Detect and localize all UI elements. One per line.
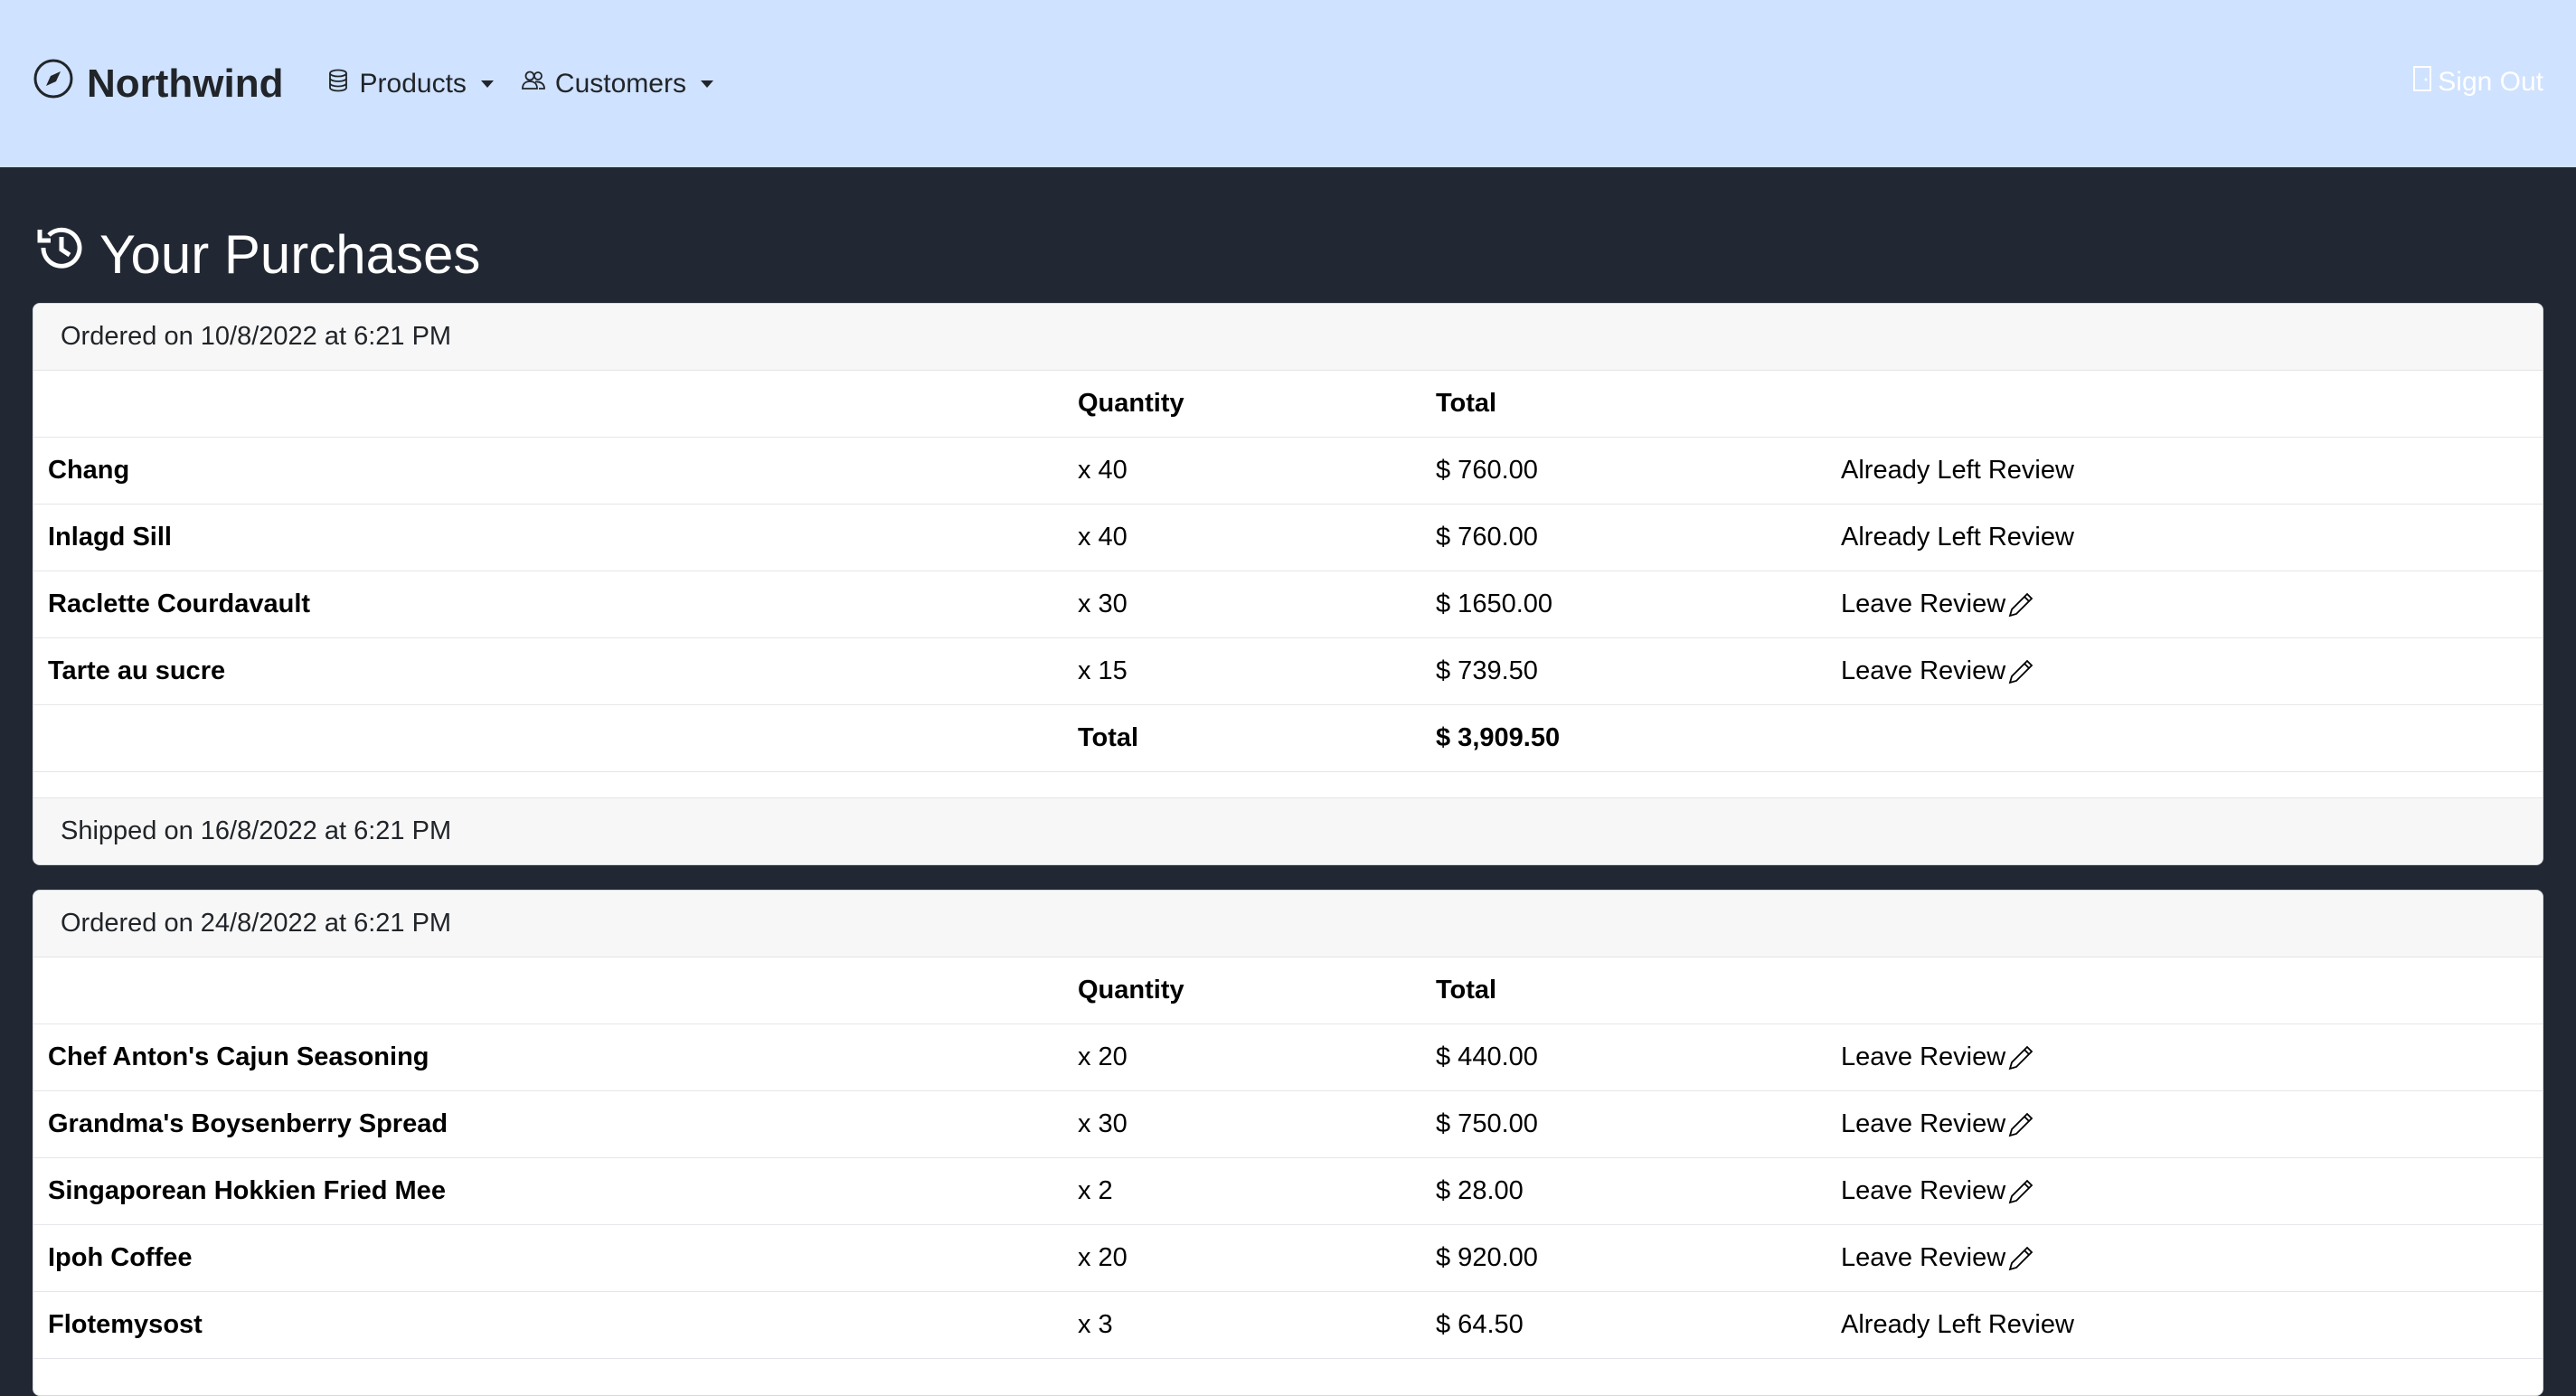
leave-review-link[interactable]: Leave Review [1841,1243,2034,1273]
people-icon [521,68,546,100]
product-total: $ 739.50 [1436,656,1538,685]
pencil-icon [2005,1243,2034,1272]
table-row: Chef Anton's Cajun Seasoning x 20 $ 440.… [33,1024,2543,1091]
table-row: Flotemysost x 3 $ 64.50 Already Left Rev… [33,1292,2543,1359]
product-quantity: x 15 [1078,656,1128,685]
database-icon [326,68,351,100]
product-total: $ 440.00 [1436,1042,1538,1071]
customers-dropdown[interactable]: Customers [521,68,713,100]
product-name: Chang [48,456,130,485]
leave-review-link[interactable]: Leave Review [1841,590,2034,619]
product-name: Raclette Courdavault [48,590,311,618]
pencil-icon [2005,590,2034,618]
pencil-icon [2005,1109,2034,1138]
order-date-header: Ordered on 10/8/2022 at 6:21 PM [33,304,2543,371]
table-row: Inlagd Sill x 40 $ 760.00 Already Left R… [33,505,2543,571]
product-total: $ 760.00 [1436,456,1538,485]
product-quantity: x 20 [1078,1042,1128,1071]
products-label: Products [359,68,467,99]
product-name: Inlagd Sill [48,523,172,552]
product-name: Flotemysost [48,1310,203,1339]
product-quantity: x 2 [1078,1176,1113,1205]
leave-review-link[interactable]: Leave Review [1841,1042,2034,1072]
quantity-header: Quantity [1078,976,1184,1005]
product-quantity: x 40 [1078,523,1128,552]
door-icon [2412,65,2432,99]
review-status: Already Left Review [1841,456,2074,485]
table-header-row: Quantity Total [33,371,2543,438]
leave-review-link[interactable]: Leave Review [1841,1109,2034,1139]
product-total: $ 920.00 [1436,1243,1538,1272]
order-card: Ordered on 24/8/2022 at 6:21 PM Quantity… [33,890,2543,1396]
order-card: Ordered on 10/8/2022 at 6:21 PM Quantity… [33,303,2543,865]
table-row: Raclette Courdavault x 30 $ 1650.00 Leav… [33,571,2543,638]
page-title: Your Purchases [33,221,480,288]
product-quantity: x 30 [1078,590,1128,618]
leave-review-label: Leave Review [1841,656,2006,685]
shipped-date-footer: Shipped on 16/8/2022 at 6:21 PM [33,797,2543,864]
page-title-text: Your Purchases [99,223,481,285]
product-quantity: x 20 [1078,1243,1128,1272]
compass-icon [33,58,74,109]
chevron-down-icon [480,80,494,88]
review-status: Already Left Review [1841,523,2074,552]
table-header-row: Quantity Total [33,957,2543,1024]
navbar: Northwind Products Customers Sign Out [0,0,2576,167]
order-date-header: Ordered on 24/8/2022 at 6:21 PM [33,891,2543,957]
table-row: Chang x 40 $ 760.00 Already Left Review [33,438,2543,505]
quantity-header: Quantity [1078,389,1184,418]
leave-review-label: Leave Review [1841,1109,2006,1138]
leave-review-label: Leave Review [1841,1243,2006,1272]
product-total: $ 760.00 [1436,523,1538,552]
order-grand-total: $ 3,909.50 [1436,723,1561,752]
product-total: $ 750.00 [1436,1109,1538,1138]
product-total: $ 28.00 [1436,1176,1524,1205]
table-row: Ipoh Coffee x 20 $ 920.00 Leave Review [33,1225,2543,1292]
brand-name: Northwind [87,61,284,106]
leave-review-link[interactable]: Leave Review [1841,1176,2034,1206]
card-body-spacer [33,772,2543,797]
leave-review-link[interactable]: Leave Review [1841,656,2034,686]
pencil-icon [2005,656,2034,685]
table-row: Singaporean Hokkien Fried Mee x 2 $ 28.0… [33,1158,2543,1225]
product-quantity: x 30 [1078,1109,1128,1138]
order-total-row: Total $ 3,909.50 [33,705,2543,772]
leave-review-label: Leave Review [1841,1176,2006,1205]
table-row: Tarte au sucre x 15 $ 739.50 Leave Revie… [33,638,2543,705]
products-dropdown[interactable]: Products [326,68,494,100]
total-label: Total [1078,723,1139,752]
product-name: Ipoh Coffee [48,1243,193,1272]
review-status: Already Left Review [1841,1310,2074,1339]
product-name: Chef Anton's Cajun Seasoning [48,1042,429,1071]
product-name: Tarte au sucre [48,656,226,685]
product-total: $ 64.50 [1436,1310,1524,1339]
total-header: Total [1436,389,1497,418]
product-quantity: x 3 [1078,1310,1113,1339]
product-name: Singaporean Hokkien Fried Mee [48,1176,446,1205]
total-header: Total [1436,976,1497,1005]
customers-label: Customers [554,68,686,99]
leave-review-label: Leave Review [1841,590,2006,618]
table-row: Grandma's Boysenberry Spread x 30 $ 750.… [33,1091,2543,1158]
sign-out-label: Sign Out [2438,67,2543,97]
product-quantity: x 40 [1078,456,1128,485]
pencil-icon [2005,1176,2034,1205]
pencil-icon [2005,1042,2034,1071]
product-name: Grandma's Boysenberry Spread [48,1109,448,1138]
sign-out-link[interactable]: Sign Out [2412,65,2543,99]
product-total: $ 1650.00 [1436,590,1553,618]
brand-link[interactable]: Northwind [33,58,284,109]
chevron-down-icon [700,80,713,88]
leave-review-label: Leave Review [1841,1042,2006,1071]
history-icon [33,221,87,288]
